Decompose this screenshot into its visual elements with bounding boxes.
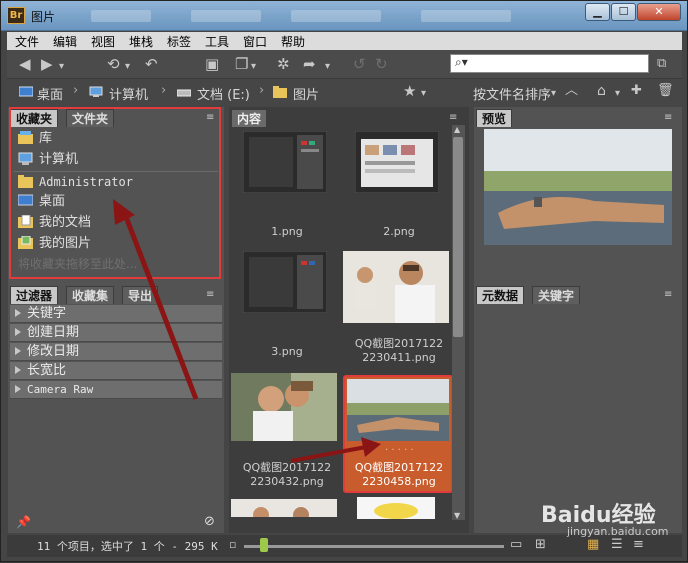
arrow-head-icon xyxy=(113,199,135,225)
arrow-line xyxy=(290,445,367,463)
bridge-window: Br 图片 ▁ ☐ ✕ 文件 编辑 视图 堆栈 标签 工具 窗口 帮助 ◀ ▶ … xyxy=(0,0,688,562)
watermark-url: jingyan.baidu.com xyxy=(567,525,669,538)
annotation-arrows xyxy=(113,199,381,463)
arrow-line xyxy=(120,208,199,400)
arrow-head-icon xyxy=(361,437,381,457)
baidu-watermark: Baidu经验 jingyan.baidu.com xyxy=(541,497,669,538)
